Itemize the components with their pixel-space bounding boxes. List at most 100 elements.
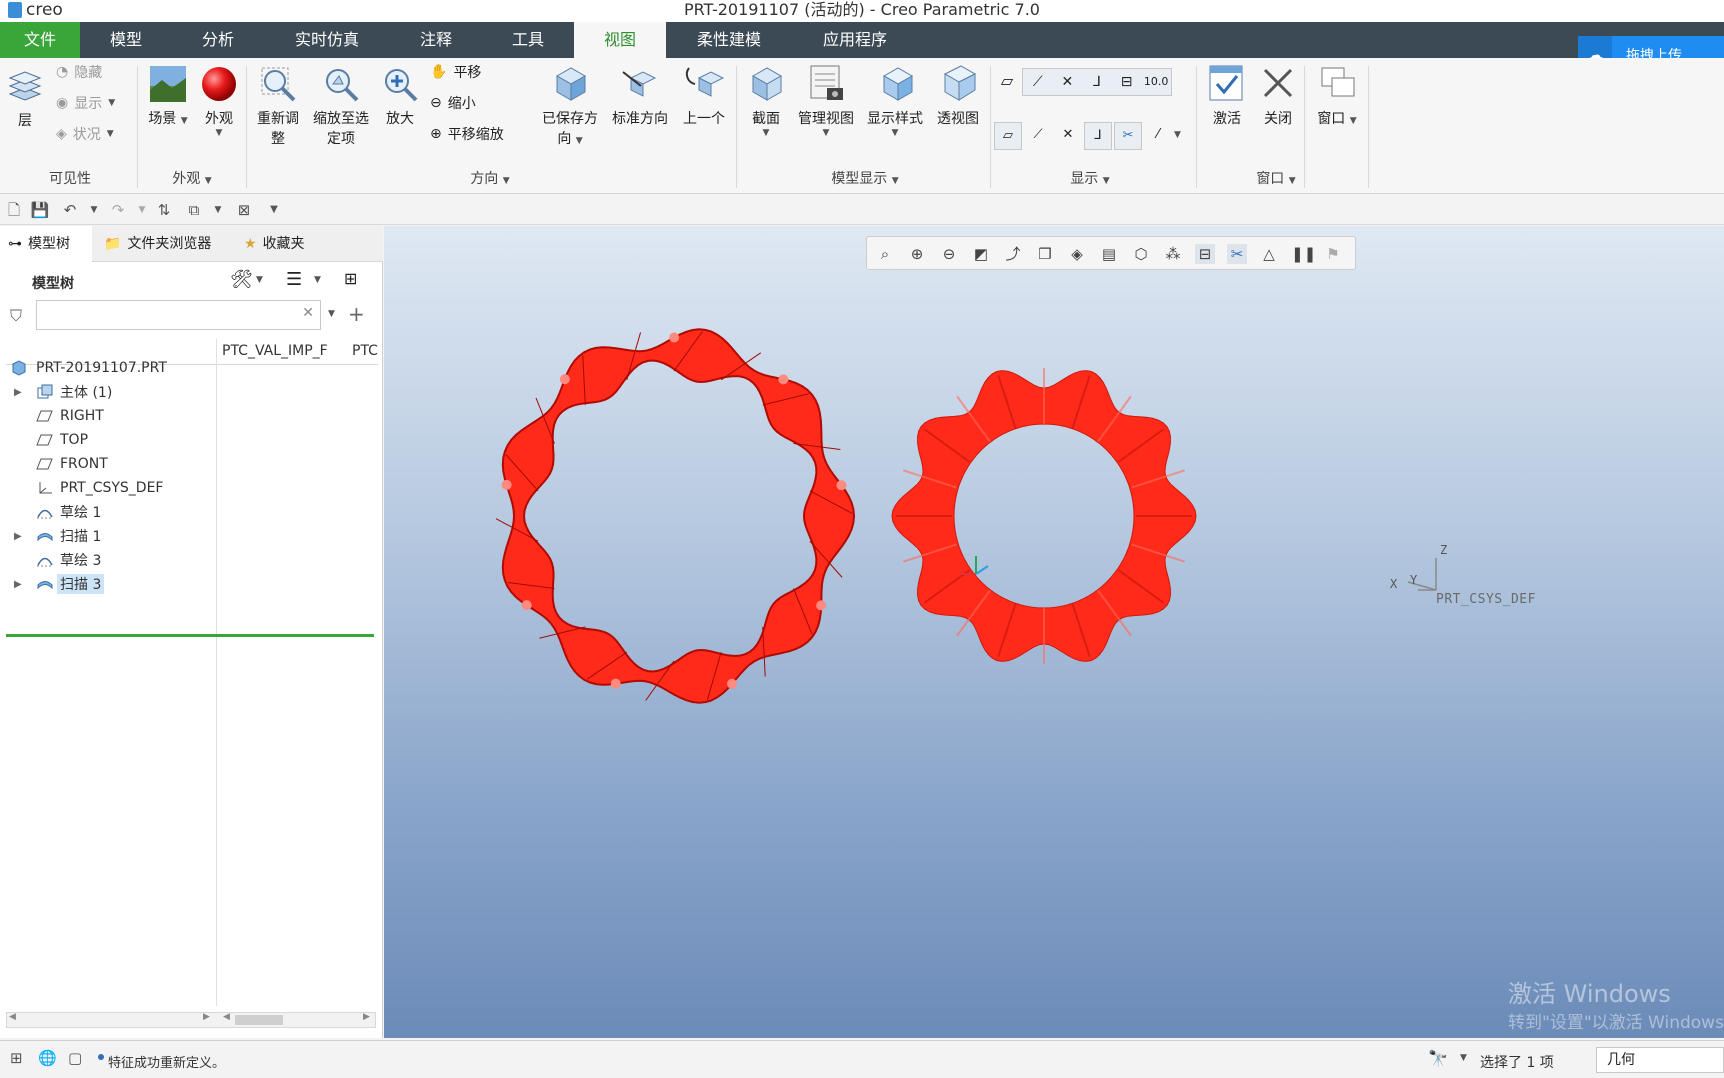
navigator-toggle-icon[interactable]: ⊞ [10,1049,23,1067]
zoom-out-button[interactable]: ⊖ 缩小 [430,93,476,113]
plane-display-toggle[interactable]: ▱ [994,122,1022,150]
appearance-button[interactable]: 外观 ▼ [196,64,242,138]
tree-settings-icon[interactable]: 🛠 [230,269,253,290]
show-more-dropdown[interactable]: ▼ [1174,122,1188,150]
redo-icon[interactable]: ↷ [108,200,128,220]
tree-item[interactable]: 草绘 1 [0,500,216,524]
quick-access-toolbar: 🗋 💾 ↶ ▼ ↷ ▼ ⇅ ⧉ ▼ ⊠ ▼ [0,195,1724,225]
tree-item[interactable]: 草绘 3 [0,548,216,572]
tree-settings-dropdown[interactable]: ▼ [256,275,263,285]
tree-item[interactable]: TOP [0,428,216,452]
saved-orientations-button[interactable]: 已保存方 向 ▼ [536,62,604,148]
close-window-icon[interactable]: ⊠ [234,200,254,220]
pan-zoom-button[interactable]: ⊕ 平移缩放 [430,124,504,144]
plane-tag-icon[interactable]: ⏥ [994,68,1020,94]
column-ptc-val-imp[interactable]: PTC_VAL_IMP_F [222,343,328,359]
spin-center-toggle[interactable]: ✂ [1114,122,1142,150]
tab-folder-browser[interactable]: 📁 文件夹浏览器 [96,226,234,262]
twisted-sweep-ring[interactable] [495,328,856,704]
point-display-toggle[interactable]: ✕ [1053,69,1083,95]
tab-model[interactable]: 模型 [80,22,172,58]
scene-button[interactable]: 场景 ▼ [144,64,192,128]
graphics-window[interactable]: ⌕ ⊕ ⊖ ◩ ⤴ ❒ ◈ ▤ ⬡ ⁂ ⊟ ✂ △ ❚❚ ⚑ Z X Y PRT… [384,226,1724,1038]
standard-orientation-button[interactable]: 标准方向 [606,62,674,128]
wavy-sweep-ring[interactable] [891,368,1197,664]
search-dropdown[interactable]: ▼ [328,309,335,319]
pan-button[interactable]: ✋ 平移 [430,62,481,82]
tree-horizontal-scrollbar[interactable]: ◀ ▶ ◀ ▶ [6,1012,376,1028]
scroll-left-icon[interactable]: ◀ [223,1012,230,1022]
customize-dropdown[interactable]: ▼ [264,200,284,220]
expand-arrow-icon[interactable]: ▶ [14,387,24,398]
zoom-in-button[interactable]: 放大 [378,64,422,128]
tree-filter-icon[interactable]: ⊞ [344,269,357,288]
tree-item[interactable]: RIGHT [0,404,216,428]
windows-icon[interactable]: ⧉ [184,200,204,220]
display-style-button[interactable]: 显示样式 ▼ [862,62,928,138]
selection-count[interactable]: 选择了 1 项 [1480,1052,1554,1072]
previous-orientation-button[interactable]: 上一个 [676,62,732,128]
csys-display-toggle[interactable]: ⅃ [1082,69,1112,95]
activate-button[interactable]: 激活 [1202,62,1252,128]
tree-item[interactable]: PRT_CSYS_DEF [0,476,216,500]
tree-item[interactable]: ▶ 主体 (1) [0,380,216,404]
tab-file[interactable]: 文件 [0,22,80,58]
tree-columns-icon[interactable]: ☰ [286,269,302,290]
scrollbar-thumb[interactable] [235,1015,283,1025]
axis-tag-toggle[interactable]: ⟋ [1024,122,1052,150]
axis-display-toggle[interactable]: ⟋ [1023,69,1053,95]
browser-toggle-icon[interactable]: 🌐 [38,1049,57,1067]
tree-item[interactable]: ▶ 扫描 3 [0,572,216,596]
scroll-left-icon[interactable]: ◀ [9,1012,16,1022]
hide-button[interactable]: ◔ 隐藏 [56,62,102,82]
selection-filter-select[interactable]: 几何 [1596,1047,1724,1073]
tab-favorites[interactable]: ★ 收藏夹 [236,226,336,262]
new-file-icon[interactable]: 🗋 [4,200,24,220]
manage-views-button[interactable]: 管理视图 ▼ [794,62,858,138]
expand-arrow-icon[interactable]: ▶ [14,531,24,542]
add-filter-icon[interactable]: + [348,302,365,326]
tree-columns-dropdown[interactable]: ▼ [314,275,321,285]
scroll-right-icon[interactable]: ▶ [203,1012,210,1022]
tab-view[interactable]: 视图 [574,22,666,58]
tree-item[interactable]: FRONT [0,452,216,476]
close-window-button[interactable]: 关闭 [1256,62,1300,128]
regenerate-icon[interactable]: ⇅ [154,200,174,220]
clear-search-icon[interactable]: ✕ [302,305,314,321]
undo-icon[interactable]: ↶ [60,200,80,220]
tab-tools[interactable]: 工具 [482,22,574,58]
csys-tag-toggle[interactable]: ⅃ [1084,122,1112,150]
point-tag-toggle[interactable]: ✕ [1054,122,1082,150]
show-button[interactable]: ◉ 显示 ▼ [56,93,115,113]
plane-tag-display-toggle[interactable]: ⊟ [1112,69,1142,95]
tab-live-simulation[interactable]: 实时仿真 [264,22,390,58]
expand-arrow-icon[interactable]: ▶ [14,579,24,590]
windows-dropdown[interactable]: ▼ [208,200,228,220]
save-icon[interactable]: 💾 [30,200,50,220]
perspective-button[interactable]: 透视图 [930,62,986,128]
tab-analysis[interactable]: 分析 [172,22,264,58]
scroll-right-icon[interactable]: ▶ [363,1012,370,1022]
section-button[interactable]: 截面 ▼ [742,62,790,138]
status-button[interactable]: ◈ 状况 ▼ [56,124,114,144]
tab-flexible-modeling[interactable]: 柔性建模 [666,22,792,58]
zoom-to-selected-button[interactable]: 缩放至选 定项 [308,64,374,148]
tree-item[interactable]: ▶ 扫描 1 [0,524,216,548]
tab-model-tree[interactable]: ⊶ 模型树 [0,226,92,262]
tree-search-field[interactable] [37,301,287,327]
full-screen-icon[interactable]: ▢ [68,1049,82,1067]
refit-button[interactable]: 重新调 整 [252,64,304,148]
tree-search-input[interactable]: ✕ [36,300,321,330]
redo-dropdown[interactable]: ▼ [132,200,152,220]
dimension-display-toggle[interactable]: 10.0 [1141,69,1171,95]
tab-applications[interactable]: 应用程序 [792,22,918,58]
windows-button[interactable]: 窗口 ▼ [1310,62,1364,128]
find-icon[interactable]: 🔭 [1428,1049,1448,1068]
find-dropdown[interactable]: ▼ [1460,1053,1467,1063]
undo-dropdown[interactable]: ▼ [84,200,104,220]
tree-item[interactable]: PRT-20191107.PRT [0,356,216,380]
layer-button[interactable]: 层 [4,66,46,130]
annotation-toggle[interactable]: ⁄ [1144,122,1172,150]
column-ptc[interactable]: PTC [352,343,378,359]
tab-annotate[interactable]: 注释 [390,22,482,58]
